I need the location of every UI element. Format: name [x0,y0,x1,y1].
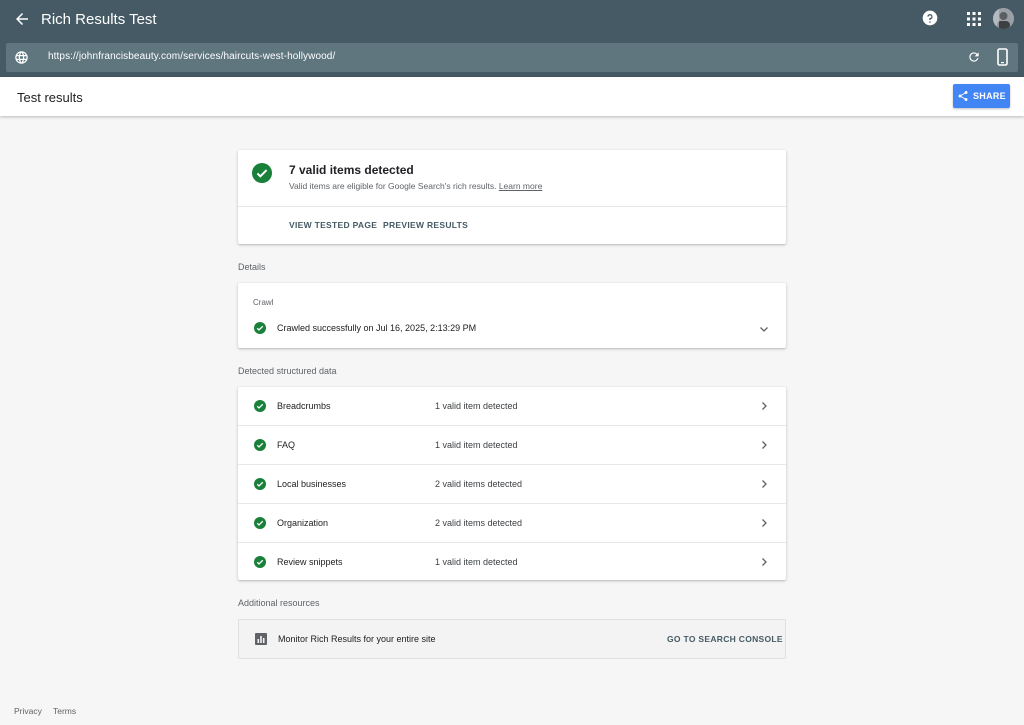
structured-data-row-organization[interactable]: Organization 2 valid items detected [238,504,786,543]
view-tested-page-button[interactable]: VIEW TESTED PAGE [289,220,377,230]
avatar[interactable] [993,8,1014,29]
row-count: 1 valid item detected [435,440,518,450]
structured-data-row-local-businesses[interactable]: Local businesses 2 valid items detected [238,465,786,504]
results-header: Test results SHARE [0,77,1024,116]
search-console-resource: Monitor Rich Results for your entire sit… [238,619,786,659]
structured-data-row-review-snippets[interactable]: Review snippets 1 valid item detected [238,543,786,582]
app-title: Rich Results Test [41,11,157,28]
smartphone-icon[interactable] [997,48,1008,66]
structured-data-row-breadcrumbs[interactable]: Breadcrumbs 1 valid item detected [238,387,786,426]
row-count: 1 valid item detected [435,557,518,567]
check-circle-icon [254,478,266,490]
row-count: 2 valid items detected [435,518,523,528]
check-circle-icon [254,517,266,529]
go-to-search-console-button[interactable]: GO TO SEARCH CONSOLE [667,634,783,644]
page-title: Test results [17,90,83,105]
help-icon[interactable] [922,10,938,26]
back-arrow-icon[interactable] [13,10,31,28]
app-bar: Rich Results Test https://johnfrancisbea… [0,0,1024,77]
check-circle-icon [254,322,266,334]
chevron-right-icon [762,402,767,410]
row-name: Organization [277,518,329,528]
row-name: Breadcrumbs [277,401,331,411]
learn-more-link[interactable]: Learn more [499,181,542,191]
crawl-label: Crawl [253,298,274,307]
valid-items-description: Valid items are eligible for Google Sear… [289,181,542,191]
divider [238,206,786,207]
preview-results-button[interactable]: PREVIEW RESULTS [383,220,468,230]
chevron-right-icon [762,441,767,449]
check-circle-icon [254,400,266,412]
resource-text: Monitor Rich Results for your entire sit… [278,634,436,644]
chevron-right-icon [762,558,767,566]
structured-data-section-label: Detected structured data [238,366,337,376]
row-count: 1 valid item detected [435,401,518,411]
check-circle-icon [254,439,266,451]
terms-link[interactable]: Terms [53,706,76,716]
url-bar[interactable]: https://johnfrancisbeauty.com/services/h… [6,43,1018,72]
share-icon [958,91,968,101]
share-label: SHARE [972,91,1006,101]
row-name: Review snippets [277,557,343,567]
structured-data-card: Breadcrumbs 1 valid item detected FAQ 1 … [238,387,786,580]
chevron-right-icon [762,519,767,527]
bar-chart-icon [255,633,267,645]
description-text: Valid items are eligible for Google Sear… [289,181,497,191]
check-circle-icon [254,556,266,568]
chevron-down-icon[interactable] [759,324,769,334]
details-section-label: Details [238,262,266,272]
row-name: Local businesses [277,479,347,489]
structured-data-row-faq[interactable]: FAQ 1 valid item detected [238,426,786,465]
row-name: FAQ [277,440,296,450]
row-count: 2 valid items detected [435,479,523,489]
check-circle-icon [252,163,272,183]
globe-icon [15,51,28,64]
chevron-right-icon [762,480,767,488]
additional-resources-label: Additional resources [238,598,320,608]
crawl-status: Crawled successfully on Jul 16, 2025, 2:… [277,323,477,333]
share-button[interactable]: SHARE [953,84,1010,108]
summary-card: 7 valid items detected Valid items are e… [238,150,786,244]
url-input[interactable]: https://johnfrancisbeauty.com/services/h… [48,51,335,62]
crawl-card[interactable]: Crawl Crawled successfully on Jul 16, 20… [238,283,786,348]
privacy-link[interactable]: Privacy [14,706,42,716]
refresh-icon[interactable] [967,50,981,64]
apps-grid-icon[interactable] [967,12,981,26]
valid-items-headline: 7 valid items detected [289,163,414,177]
